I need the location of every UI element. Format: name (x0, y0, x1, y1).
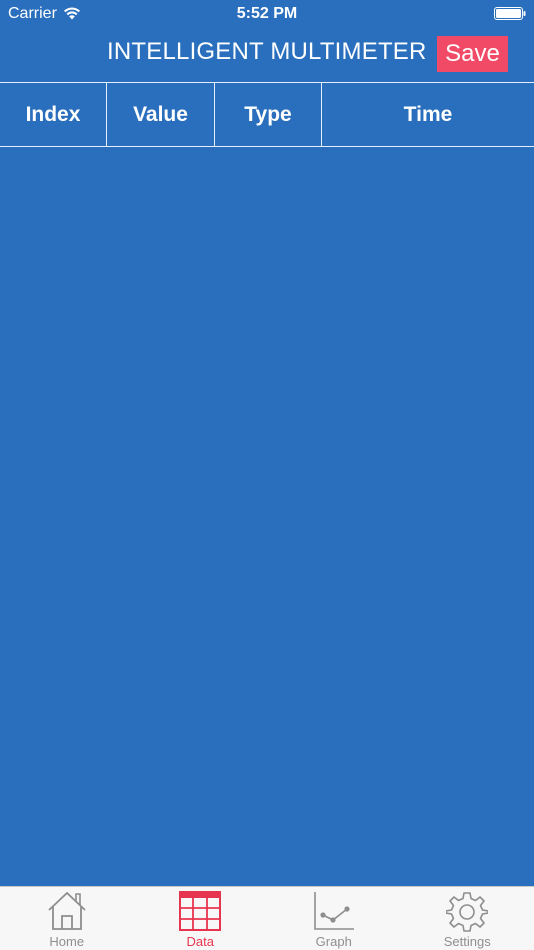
table-body[interactable] (0, 147, 534, 886)
save-button[interactable]: Save (437, 36, 508, 72)
tab-home[interactable]: Home (0, 887, 134, 950)
page-title: INTELLIGENT MULTIMETER (107, 38, 427, 65)
column-header-index: Index (0, 83, 107, 146)
column-header-type: Type (215, 83, 322, 146)
tab-graph[interactable]: Graph (267, 887, 401, 950)
gear-icon (446, 892, 489, 932)
clock: 5:52 PM (236, 5, 298, 22)
graph-icon (313, 892, 354, 930)
tab-data[interactable]: Data (134, 887, 268, 950)
tab-bar: Home Data Graph Settings (0, 886, 534, 950)
tab-home-label: Home (49, 934, 85, 949)
tab-settings-label: Settings (443, 934, 491, 949)
tab-settings[interactable]: Settings (401, 887, 534, 950)
battery-icon (494, 7, 526, 20)
home-icon (48, 891, 86, 930)
tab-graph-label: Graph (315, 934, 352, 949)
column-header-time: Time (403, 102, 453, 126)
screen: Carrier 5:52 PM INTELLIGENT MULTIMETER S… (0, 0, 534, 950)
table-header: Index Value Type Time (0, 83, 534, 146)
column-header-value: Value (107, 83, 215, 146)
table-icon (179, 891, 222, 931)
tab-data-label: Data (186, 934, 214, 949)
status-bar: Carrier 5:52 PM (0, 0, 534, 28)
